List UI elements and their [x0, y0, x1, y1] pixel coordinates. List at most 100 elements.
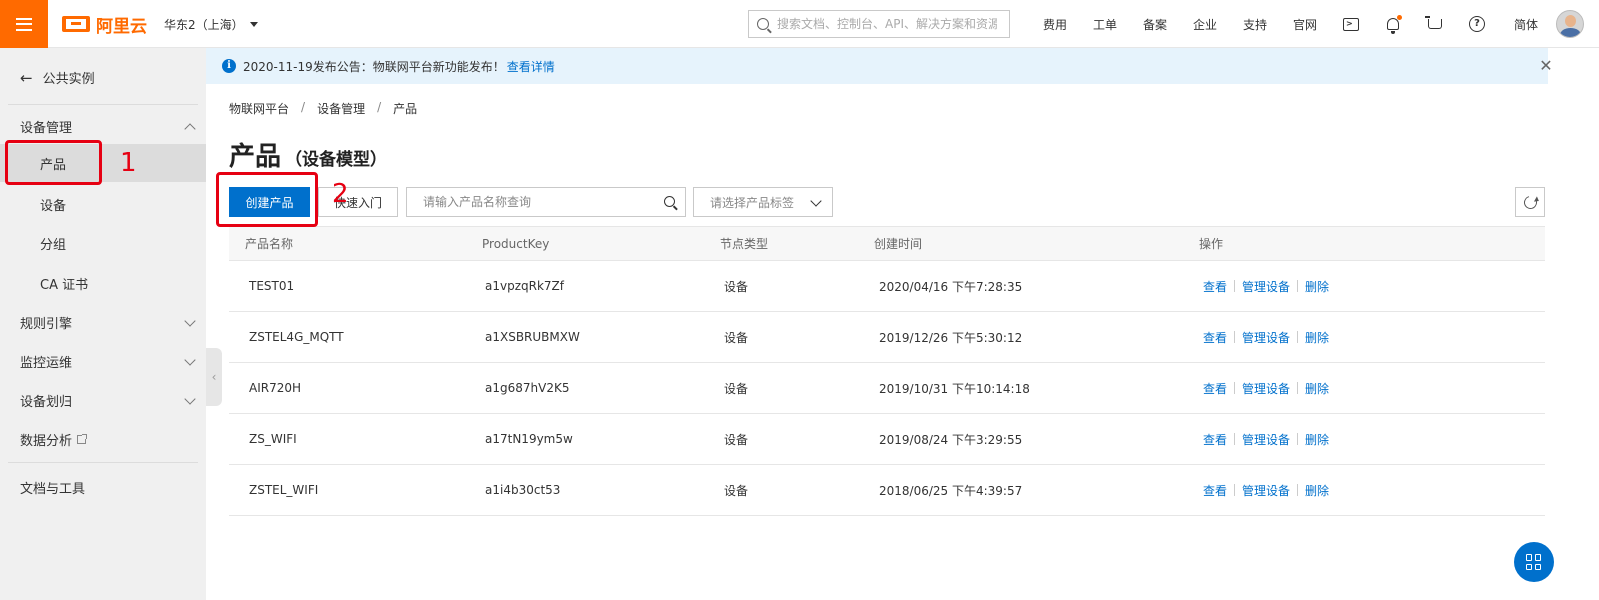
sidebar-collapse-handle[interactable]: ‹ [206, 348, 222, 406]
cell-actions: 查看 管理设备 删除 [1203, 312, 1329, 362]
search-icon [757, 18, 769, 30]
manage-devices-link[interactable]: 管理设备 [1242, 482, 1290, 499]
cell-node-type: 设备 [724, 432, 749, 447]
cell-actions: 查看 管理设备 删除 [1203, 363, 1329, 413]
cell-node-type: 设备 [724, 330, 749, 345]
global-search-input[interactable] [777, 17, 997, 31]
view-link[interactable]: 查看 [1203, 329, 1227, 346]
page-title: 产品 （设备模型） [229, 142, 388, 172]
chevron-down-icon [184, 315, 196, 327]
sidebar-group-device-mgmt[interactable]: 设备管理 [0, 108, 206, 144]
view-link[interactable]: 查看 [1203, 431, 1227, 448]
delete-link[interactable]: 删除 [1305, 431, 1329, 448]
notification-button[interactable] [1372, 0, 1414, 48]
manage-devices-link[interactable]: 管理设备 [1242, 431, 1290, 448]
refresh-button[interactable] [1515, 187, 1545, 217]
language-switch[interactable]: 简体 [1506, 16, 1546, 33]
sidebar-item-device[interactable]: 设备 [0, 185, 206, 223]
sidebar-group-analysis[interactable]: 数据分析 [0, 421, 206, 457]
menu-button[interactable] [0, 0, 48, 48]
announcement-text: 2020-11-19发布公告：物联网平台新功能发布！ [243, 59, 505, 74]
annotation-box-1 [5, 140, 102, 185]
manage-devices-link[interactable]: 管理设备 [1242, 278, 1290, 295]
hamburger-icon [16, 17, 32, 31]
cell-node-type: 设备 [724, 279, 749, 294]
top-links: 费用 工单 备案 企业 支持 官网 [1030, 0, 1330, 48]
sidebar-item-group[interactable]: 分组 [0, 224, 206, 262]
breadcrumb-item-product: 产品 [393, 102, 418, 116]
view-link[interactable]: 查看 [1203, 278, 1227, 295]
product-search[interactable] [406, 187, 686, 217]
cell-product-key: a1i4b30ct53 [485, 483, 561, 497]
manage-devices-link[interactable]: 管理设备 [1242, 329, 1290, 346]
top-link-tickets[interactable]: 工单 [1080, 16, 1130, 33]
sidebar-item-ca-cert[interactable]: CA 证书 [0, 264, 206, 302]
chevron-down-icon [184, 354, 196, 366]
app-grid-button[interactable] [1514, 542, 1554, 582]
table-row: ZSTEL_WIFI a1i4b30ct53 设备 2018/06/25 下午4:39… [229, 465, 1545, 516]
caret-down-icon [249, 22, 258, 27]
top-link-website[interactable]: 官网 [1280, 16, 1330, 33]
breadcrumb-item-iot[interactable]: 物联网平台 [229, 100, 289, 117]
avatar[interactable] [1556, 10, 1584, 38]
header-product-name: 产品名称 [245, 237, 294, 251]
cell-actions: 查看 管理设备 删除 [1203, 465, 1329, 515]
delete-link[interactable]: 删除 [1305, 380, 1329, 397]
manage-devices-link[interactable]: 管理设备 [1242, 380, 1290, 397]
search-icon[interactable] [664, 196, 675, 207]
view-link[interactable]: 查看 [1203, 380, 1227, 397]
refresh-icon [1521, 193, 1539, 211]
top-icons: > ? 简体 [1330, 0, 1584, 48]
region-selector[interactable]: 华东2（上海） [164, 16, 258, 33]
logo[interactable]: 阿里云 [62, 12, 147, 37]
cart-button[interactable] [1414, 0, 1456, 48]
announcement-bar: i 2020-11-19发布公告：物联网平台新功能发布！ 查看详情 [206, 48, 1548, 84]
divider [8, 462, 198, 463]
cell-product-key: a17tN19ym5w [485, 432, 573, 446]
delete-link[interactable]: 删除 [1305, 329, 1329, 346]
global-search[interactable] [748, 10, 1010, 38]
cell-product-name: ZS_WIFI [249, 432, 297, 446]
grid-icon [1526, 554, 1542, 570]
cell-created: 2019/10/31 下午10:14:18 [879, 381, 1030, 396]
terminal-button[interactable]: > [1330, 0, 1372, 48]
delete-link[interactable]: 删除 [1305, 482, 1329, 499]
external-link-icon [77, 433, 88, 444]
top-link-icp[interactable]: 备案 [1130, 16, 1180, 33]
view-link[interactable]: 查看 [1203, 482, 1227, 499]
announcement-link[interactable]: 查看详情 [507, 58, 555, 75]
top-link-enterprise[interactable]: 企业 [1180, 16, 1230, 33]
cell-product-name: AIR720H [249, 381, 302, 395]
cell-product-key: a1vpzqRk7Zf [485, 279, 564, 293]
tag-select[interactable]: 请选择产品标签 [693, 187, 833, 217]
top-link-fees[interactable]: 费用 [1030, 16, 1080, 33]
cell-node-type: 设备 [724, 483, 749, 498]
breadcrumb-item-device-mgmt[interactable]: 设备管理 [317, 100, 365, 117]
close-icon[interactable]: ✕ [1538, 58, 1554, 74]
sidebar-group-rules[interactable]: 规则引擎 [0, 304, 206, 340]
top-link-support[interactable]: 支持 [1230, 16, 1280, 33]
annotation-number-1: 1 [120, 148, 137, 178]
cell-created: 2020/04/16 下午7:28:35 [879, 279, 1023, 294]
breadcrumb: 物联网平台 / 设备管理 / 产品 [229, 100, 418, 117]
cell-product-key: a1XSBRUBMXW [485, 330, 580, 344]
cell-product-key: a1g687hV2K5 [485, 381, 570, 395]
back-link[interactable]: ← 公共实例 [20, 68, 95, 88]
header-created: 创建时间 [874, 237, 923, 251]
table-row: ZSTEL4G_MQTT a1XSBRUBMXW 设备 2019/12/26 下午5:… [229, 312, 1545, 363]
help-button[interactable]: ? [1456, 0, 1498, 48]
aliyun-logo-icon [62, 16, 90, 32]
cell-created: 2019/08/24 下午3:29:55 [879, 432, 1023, 447]
sidebar-group-monitor[interactable]: 监控运维 [0, 343, 206, 379]
product-search-input[interactable] [423, 195, 653, 209]
sidebar-group-assign[interactable]: 设备划归 [0, 382, 206, 418]
table-row: ZS_WIFI a17tN19ym5w 设备 2019/08/24 下午3:29:55… [229, 414, 1545, 465]
header-node-type: 节点类型 [720, 237, 769, 251]
info-icon: i [222, 59, 236, 73]
quickstart-button[interactable]: 快速入门 [318, 187, 398, 217]
arrow-left-icon: ← [20, 68, 33, 87]
delete-link[interactable]: 删除 [1305, 278, 1329, 295]
sidebar-group-docs[interactable]: 文档与工具 [0, 469, 206, 505]
header-product-key: ProductKey [482, 236, 550, 251]
table-header: 产品名称 ProductKey 节点类型 创建时间 操作 [229, 226, 1545, 261]
